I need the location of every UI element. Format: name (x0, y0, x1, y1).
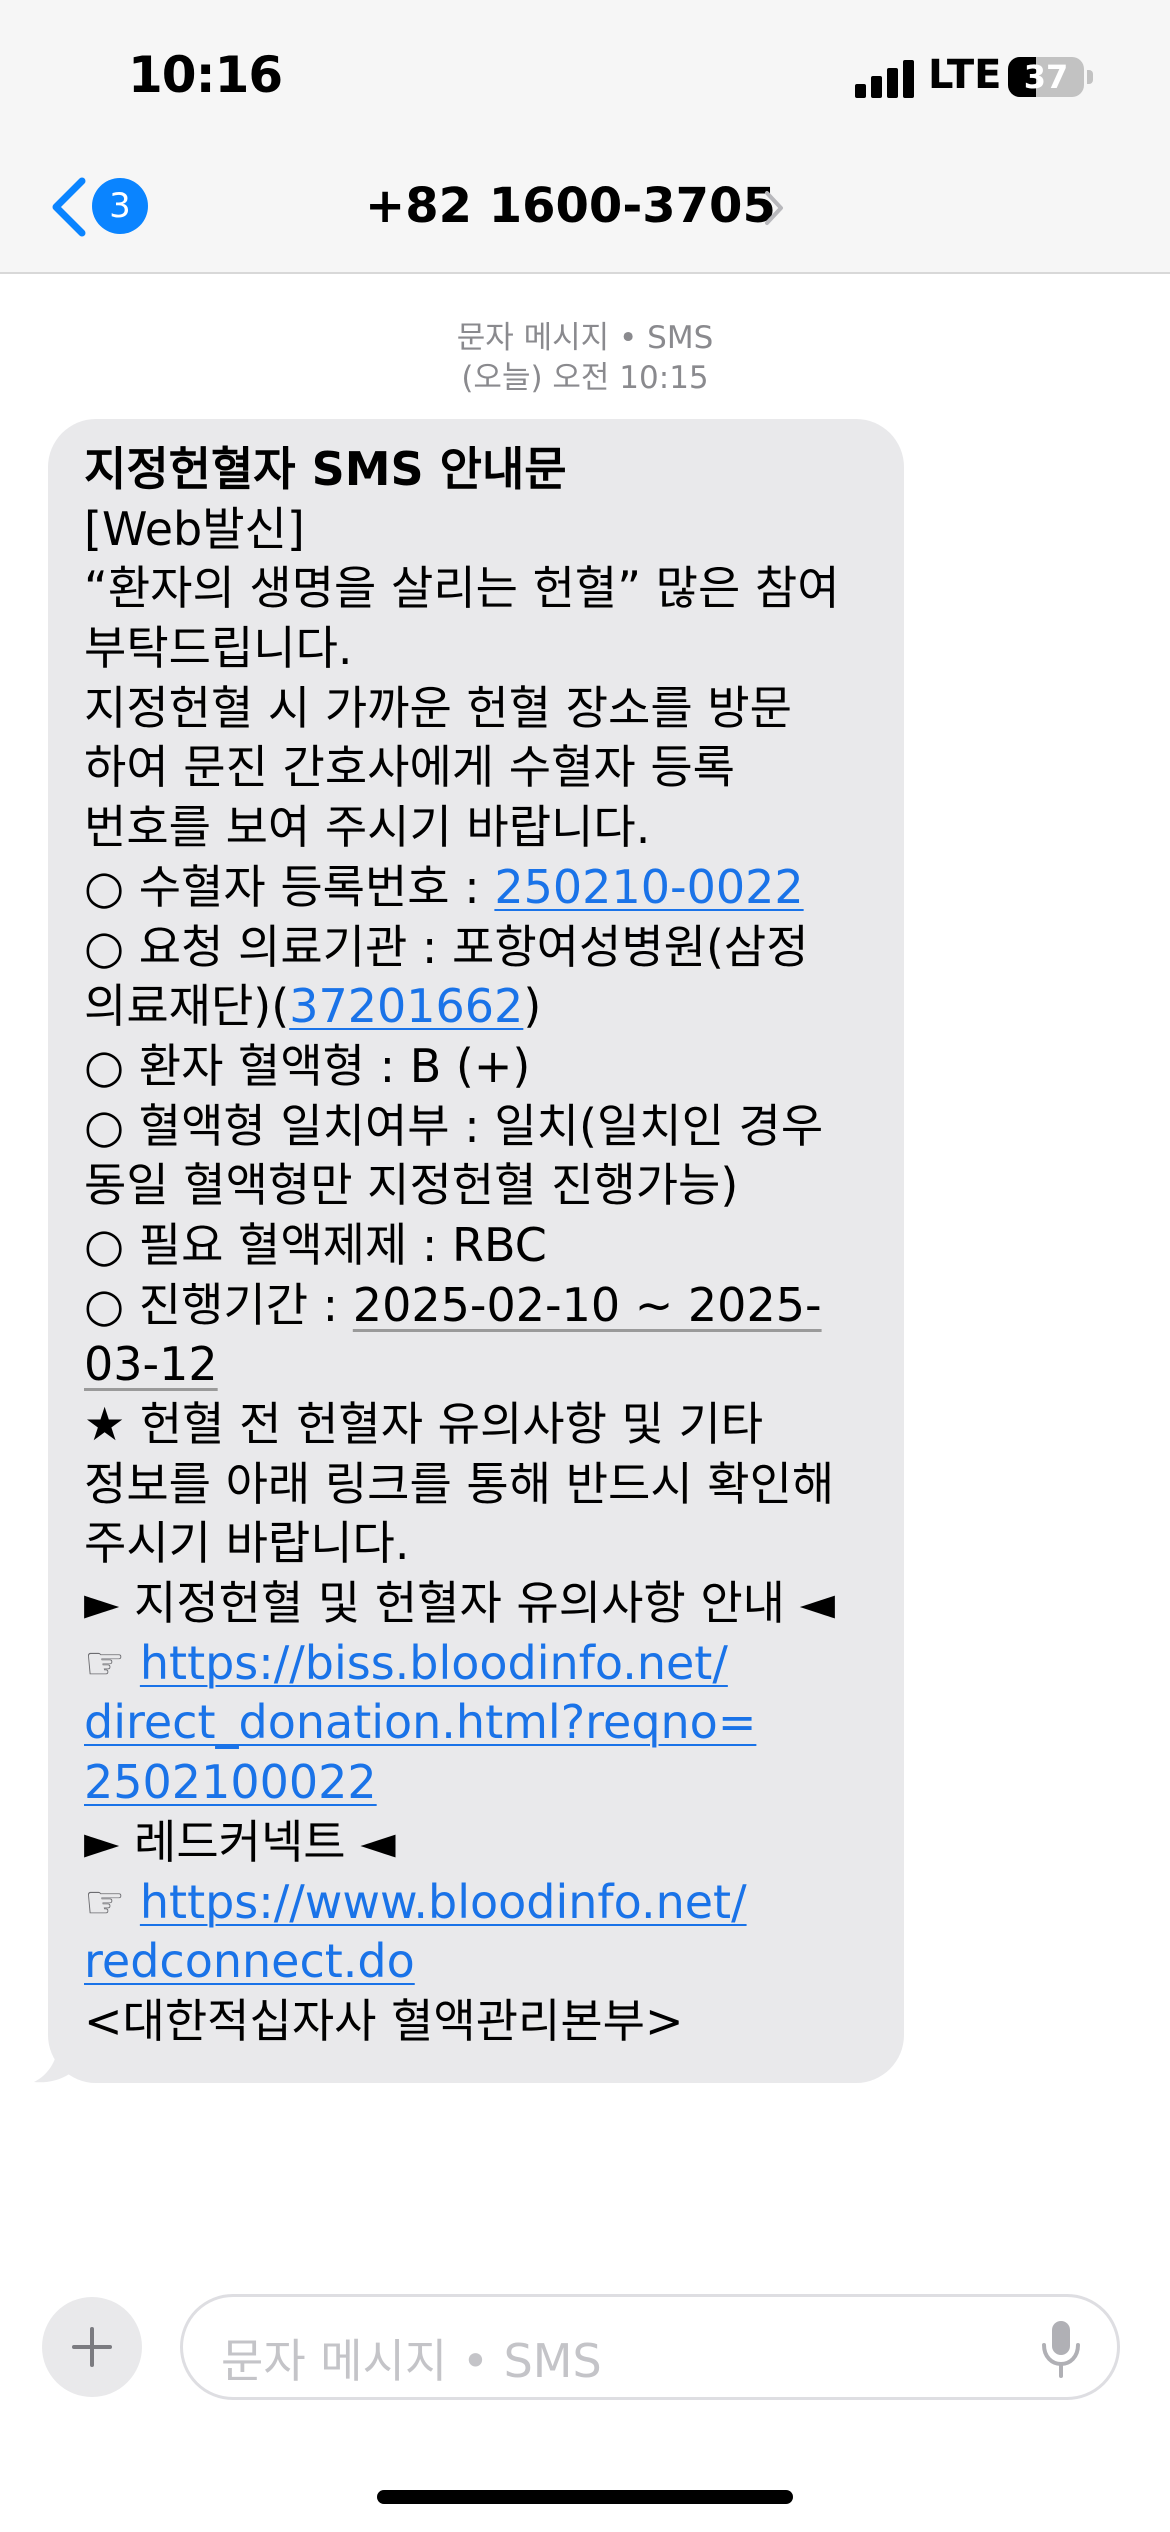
message-line: direct_donation.html?reqno= (84, 1693, 884, 1753)
donation-url-link[interactable]: direct_donation.html?reqno= (84, 1695, 756, 1749)
status-time: 10:16 (128, 46, 283, 104)
message-timestamp: (오늘) 오전 10:15 (461, 360, 709, 396)
redconnect-url-link[interactable]: redconnect.do (84, 1934, 415, 1988)
message-line: [Web발신] (84, 501, 305, 556)
chevron-left-icon[interactable] (46, 175, 90, 239)
message-line: ○ 요청 의료기관 : 포항여성병원(삼정 (84, 919, 809, 974)
message-line: 03-12 (84, 1335, 884, 1395)
registration-number-link[interactable]: 250210-0022 (494, 860, 803, 914)
message-line: 번호를 보여 주시기 바랍니다. (84, 800, 651, 855)
message-input[interactable]: 문자 메시지 • SMS (180, 2294, 1120, 2400)
message-text-fragment: 의료재단)( (84, 979, 290, 1034)
message-line: ► 지정헌혈 및 헌혈자 유의사항 안내 ◄ (84, 1576, 835, 1631)
message-line: “환자의 생명을 살리는 헌혈” 많은 참여 (84, 561, 840, 616)
cellular-signal-icon (855, 58, 915, 98)
date-range-link[interactable]: 2025-02-10 ~ 2025- (353, 1278, 822, 1332)
phone-number-link[interactable]: 37201662 (289, 979, 523, 1033)
message-line: 의료재단)(37201662) (84, 977, 884, 1037)
redconnect-url-link[interactable]: https://www.bloodinfo.net/ (140, 1875, 747, 1929)
plus-icon-bar (90, 2327, 94, 2367)
message-line: 주시기 바랍니다. (84, 1516, 410, 1571)
message-line: ○ 혈액형 일치여부 : 일치(일치인 경우 (84, 1098, 824, 1153)
plus-icon[interactable] (42, 2297, 142, 2397)
unread-count-badge[interactable]: 3 (92, 178, 148, 234)
home-indicator[interactable] (377, 2490, 793, 2504)
message-line: ○ 진행기간 : 2025-02-10 ~ 2025- (84, 1276, 884, 1336)
date-range-link[interactable]: 03-12 (84, 1337, 218, 1391)
message-line: ► 레드커넥트 ◄ (84, 1814, 396, 1869)
battery-percent: 37 (1023, 58, 1069, 96)
message-line: ○ 수혈자 등록번호 : 250210-0022 (84, 858, 884, 918)
message-line: ☞ https://www.bloodinfo.net/ (84, 1873, 884, 1933)
message-line: 부탁드립니다. (84, 621, 353, 676)
donation-url-link[interactable]: https://biss.bloodinfo.net/ (140, 1636, 728, 1690)
contact-title[interactable]: +82 1600-3705 (365, 178, 776, 234)
battery-icon: 37 (1008, 57, 1084, 97)
message-text-fragment: ) (523, 979, 542, 1034)
message-service-label: 문자 메시지 • SMS (456, 320, 714, 356)
message-line: 정보를 아래 링크를 통해 반드시 확인해 (84, 1456, 835, 1511)
message-line: 2502100022 (84, 1753, 884, 1813)
message-line: ★ 헌혈 전 헌혈자 유의사항 및 기타 (84, 1397, 764, 1451)
pointing-hand-icon: ☞ (84, 1635, 140, 1690)
message-title: 지정헌혈자 SMS 안내문 (84, 442, 567, 496)
message-line: ○ 필요 혈액제제 : RBC (84, 1217, 547, 1272)
message-line: 지정헌혈 시 가까운 헌혈 장소를 방문 (84, 680, 792, 735)
message-line: redconnect.do (84, 1932, 884, 1992)
message-signature: <대한적십자사 혈액관리본부> (84, 1993, 684, 2048)
microphone-icon[interactable] (1039, 2319, 1083, 2379)
field-label: ○ 진행기간 : (84, 1277, 353, 1332)
field-label: ○ 수혈자 등록번호 : (84, 859, 495, 914)
battery-cap (1087, 70, 1093, 84)
message-line: 동일 혈액형만 지정헌혈 진행가능) (84, 1158, 739, 1213)
chevron-right-icon[interactable] (762, 188, 786, 228)
message-line: 하여 문진 간호사에게 수혈자 등록 (84, 740, 735, 795)
pointing-hand-icon: ☞ (84, 1874, 140, 1929)
message-input-placeholder: 문자 메시지 • SMS (221, 2334, 602, 2388)
message-text: 지정헌혈자 SMS 안내문 [Web발신] “환자의 생명을 살리는 헌혈” 많… (84, 440, 884, 2052)
network-type: LTE (928, 52, 1002, 98)
donation-url-link[interactable]: 2502100022 (84, 1755, 377, 1809)
message-line: ○ 환자 혈액형 : B (+) (84, 1038, 531, 1093)
message-line: ☞ https://biss.bloodinfo.net/ (84, 1634, 884, 1694)
